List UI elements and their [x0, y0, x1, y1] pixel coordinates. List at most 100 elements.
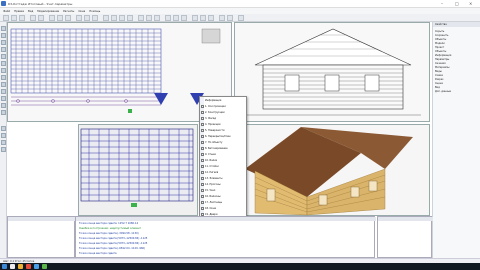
- delete-tool-icon[interactable]: [1, 110, 6, 115]
- context-menu-item[interactable]: 17. Лестницы: [205, 201, 222, 204]
- checkbox-icon[interactable]: [201, 135, 204, 138]
- panel-item[interactable]: Сохранить: [435, 34, 448, 37]
- save-icon[interactable]: [19, 15, 25, 21]
- command-log[interactable]: Точка конца вектора сдвига: 1252.7 1080.…: [75, 216, 376, 258]
- door-tool-icon[interactable]: [127, 15, 133, 21]
- settings-icon[interactable]: [227, 15, 233, 21]
- hatch-tool-icon[interactable]: [1, 68, 6, 73]
- panel-item[interactable]: Объекты: [435, 38, 446, 41]
- search-icon[interactable]: [10, 264, 15, 269]
- panel-item[interactable]: Разрез: [435, 78, 443, 81]
- zoom-in-icon[interactable]: [76, 15, 82, 21]
- viewport-facade[interactable]: [234, 22, 430, 122]
- context-menu-item[interactable]: 7. По объекту: [205, 141, 222, 144]
- navigator-panel[interactable]: [377, 216, 433, 258]
- context-menu-item[interactable]: 14. Прогоны: [205, 183, 221, 186]
- tool-icon[interactable]: [1, 133, 6, 138]
- undo-icon[interactable]: [30, 15, 36, 21]
- menu-item[interactable]: Вид: [28, 10, 33, 13]
- menu-item[interactable]: Файл: [3, 10, 10, 13]
- menu-item[interactable]: Расчеты: [63, 10, 74, 13]
- panel-item[interactable]: Материалы: [435, 66, 449, 69]
- checkbox-icon[interactable]: [201, 171, 204, 174]
- context-menu-item[interactable]: 16. Балконы: [205, 195, 221, 198]
- rotate-icon[interactable]: [65, 15, 71, 21]
- circle-tool-icon[interactable]: [1, 40, 6, 45]
- zoom-out-icon[interactable]: [84, 15, 90, 21]
- mirror-tool-icon[interactable]: [1, 96, 6, 101]
- help-icon[interactable]: [238, 15, 244, 21]
- context-menu-item[interactable]: 6. Перекрытие/план: [205, 135, 231, 138]
- checkbox-icon[interactable]: [201, 129, 204, 132]
- checkbox-icon[interactable]: [201, 111, 204, 114]
- line-tool-icon[interactable]: [1, 26, 6, 31]
- point-tool-icon[interactable]: [1, 61, 6, 66]
- context-menu-item[interactable]: 15. Узел: [205, 189, 215, 192]
- start-icon[interactable]: [2, 264, 7, 269]
- panel-item[interactable]: Проект: [435, 46, 444, 49]
- checkbox-icon[interactable]: [201, 195, 204, 198]
- panel-item[interactable]: Информация: [435, 54, 451, 57]
- close-icon[interactable]: ×: [469, 1, 472, 6]
- panel-item[interactable]: Вид: [435, 86, 440, 89]
- redo-icon[interactable]: [38, 15, 44, 21]
- checkbox-icon[interactable]: [201, 165, 204, 168]
- context-menu-item[interactable]: 12. Ригеля: [205, 171, 218, 174]
- menu-item[interactable]: Окна: [78, 10, 85, 13]
- browser-icon[interactable]: [26, 264, 31, 269]
- minimize-icon[interactable]: –: [441, 1, 443, 6]
- grid-icon[interactable]: [146, 15, 152, 21]
- checkbox-icon[interactable]: [201, 105, 204, 108]
- dimension-icon[interactable]: [200, 15, 206, 21]
- new-file-icon[interactable]: [3, 15, 9, 21]
- panel-item[interactable]: Схема: [435, 74, 443, 77]
- context-menu-item[interactable]: 18. Окна: [205, 207, 216, 210]
- window-tool-icon[interactable]: [119, 15, 125, 21]
- panel-item[interactable]: Виды: [435, 70, 442, 73]
- offset-tool-icon[interactable]: [1, 75, 6, 80]
- zoom-fit-icon[interactable]: [92, 15, 98, 21]
- roof-tool-icon[interactable]: [111, 15, 117, 21]
- checkbox-icon[interactable]: [201, 153, 204, 156]
- checkbox-icon[interactable]: [201, 201, 204, 204]
- panel-item[interactable]: Доп. данные: [435, 90, 451, 93]
- panel-item[interactable]: Скрыть: [435, 30, 444, 33]
- arc-tool-icon[interactable]: [1, 47, 6, 52]
- measure-icon[interactable]: [192, 15, 198, 21]
- print-icon[interactable]: [219, 15, 225, 21]
- panel-item[interactable]: Сечения: [435, 62, 446, 65]
- tool-icon[interactable]: [1, 140, 6, 145]
- extend-tool-icon[interactable]: [1, 89, 6, 94]
- checkbox-icon[interactable]: [201, 177, 204, 180]
- copy-tool-icon[interactable]: [1, 103, 6, 108]
- layer-icon[interactable]: [138, 15, 144, 21]
- context-menu-item[interactable]: 1. Оси проекции: [205, 105, 226, 108]
- context-menu-item[interactable]: 5. Поверхности: [205, 129, 224, 132]
- checkbox-icon[interactable]: [201, 159, 204, 162]
- context-menu-item[interactable]: 11. Стойки: [205, 165, 219, 168]
- context-menu-item[interactable]: 9. Стыки: [205, 153, 216, 156]
- layers-panel[interactable]: [7, 216, 76, 258]
- context-menu-item[interactable]: 10. Балки: [205, 159, 217, 162]
- render-icon[interactable]: [165, 15, 171, 21]
- panel-item[interactable]: Объекты: [435, 50, 446, 53]
- viewport-3d[interactable]: [234, 124, 430, 216]
- viewport-structure[interactable]: [78, 124, 198, 216]
- text-icon[interactable]: [208, 15, 214, 21]
- checkbox-icon[interactable]: [201, 189, 204, 192]
- context-menu-item[interactable]: Информация: [205, 99, 221, 102]
- open-file-icon[interactable]: [11, 15, 17, 21]
- checkbox-icon[interactable]: [201, 147, 204, 150]
- menu-item[interactable]: Помощь: [89, 10, 100, 13]
- tool-icon[interactable]: [1, 126, 6, 131]
- checkbox-icon[interactable]: [201, 123, 204, 126]
- explorer-icon[interactable]: [18, 264, 23, 269]
- wall-tool-icon[interactable]: [103, 15, 109, 21]
- checkbox-icon[interactable]: [201, 141, 204, 144]
- rect-tool-icon[interactable]: [1, 33, 6, 38]
- context-menu-item[interactable]: 2. Конструкции: [205, 111, 225, 114]
- context-menu-item[interactable]: 8. Бетонирование: [205, 147, 228, 150]
- trim-tool-icon[interactable]: [1, 82, 6, 87]
- checkbox-icon[interactable]: [201, 207, 204, 210]
- context-menu-item[interactable]: 3. Фасад: [205, 117, 216, 120]
